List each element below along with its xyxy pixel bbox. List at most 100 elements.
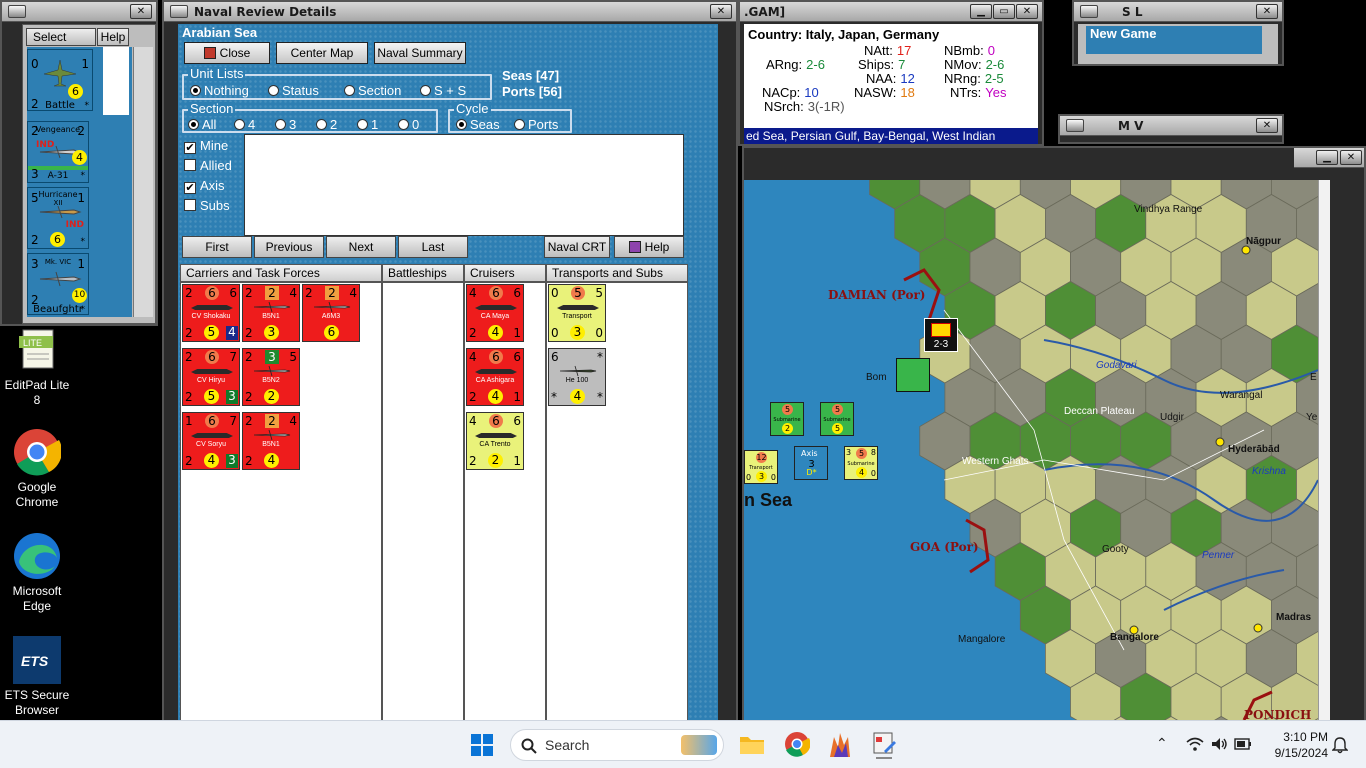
city-marker[interactable] [1253, 623, 1263, 633]
map-window: ▁ ✕ Vindhya Range Nāgpur DAMIAN (Por) Bom Go… [742, 146, 1366, 722]
counter-bl: 0 [746, 473, 752, 482]
naval-counter[interactable]: 2 4 2 B5N1 2 3 [242, 284, 300, 342]
counter-bl: 2 [469, 326, 477, 340]
desktop-icon-ets[interactable]: ETS ETS Secure Browser [0, 636, 74, 718]
select-button[interactable]: Select [26, 28, 96, 46]
counter-br: 0 [870, 469, 876, 478]
close-icon[interactable]: ✕ [130, 4, 152, 19]
axis-task-force-marker[interactable]: Axis 3 D* [794, 446, 828, 480]
naval-counter[interactable]: 4 6 2 CA Maya 6 4 1 [466, 284, 524, 342]
warship-icon [475, 305, 517, 310]
stat-ntrs: NTrs: Yes [950, 85, 1007, 100]
wifi-icon[interactable] [1186, 737, 1204, 751]
land-unit-counter[interactable] [896, 358, 930, 392]
stat-nacp: NACp: 10 [762, 85, 819, 100]
counter-bl: 2 [245, 390, 253, 404]
map-label-warangal: Warangal [1220, 390, 1263, 401]
army-stack-counter[interactable]: 2-3 [924, 318, 958, 352]
counter-movement: 2 [488, 453, 503, 468]
counter-tr: 4 [289, 286, 297, 300]
window-menu-icon[interactable] [1066, 119, 1084, 132]
minimize-icon[interactable]: ▁ [970, 4, 992, 19]
naval-counter[interactable]: 2 4 A6M3 2 6 [302, 284, 360, 342]
city-marker[interactable] [1241, 245, 1251, 255]
counter-name: CA Ashigara [475, 377, 515, 384]
city-marker[interactable] [1215, 437, 1225, 447]
stat-natt: NAtt: 17 [864, 43, 912, 58]
naval-counter[interactable]: 1 7 2 CV Soryu 6 4 3 [182, 412, 240, 470]
counter-movement: 3 [264, 325, 279, 340]
close-icon[interactable]: ✕ [1256, 4, 1278, 19]
minimize-icon[interactable]: ▁ [1316, 150, 1338, 165]
close-icon[interactable]: ✕ [1340, 150, 1362, 165]
game-taskbar-icon[interactable] [826, 729, 854, 759]
naval-counter[interactable]: 4 6 2 CA Trento 6 2 1 [466, 412, 524, 470]
counter-label: Submarine [847, 461, 875, 467]
map-scrollbar[interactable] [1318, 180, 1330, 722]
clock[interactable]: 3:10 PM 9/15/2024 [1262, 729, 1328, 761]
naval-review-window: Naval Review Details ✕ Arabian Sea Close… [162, 0, 738, 722]
paint-taskbar-icon[interactable] [870, 729, 898, 759]
desktop-icon-editpad[interactable]: LITE EditPad Lite 8 [0, 326, 74, 408]
map-label-vindhya: Vindhya Range [1134, 204, 1203, 215]
counter-bl: 2 [245, 326, 253, 340]
volume-icon[interactable] [1210, 736, 1228, 752]
map-label-gooty: Gooty [1102, 544, 1129, 555]
counter-value: * [597, 390, 603, 404]
naval-counter[interactable]: 2 4 2 B5N1 2 4 [242, 412, 300, 470]
desktop-icon-edge[interactable]: Microsoft Edge [0, 532, 74, 614]
naval-counter[interactable]: 4 6 2 CA Ashigara 6 4 1 [466, 348, 524, 406]
window-menu-icon[interactable] [8, 5, 26, 18]
unit-card[interactable]: 0 1 6 2 Battle * [27, 49, 93, 111]
naval-counter[interactable]: 2 7 2 CV Hiryu 6 5 3 [182, 348, 240, 406]
taskbar-search[interactable]: Search [510, 729, 724, 761]
counter-value: 0 [595, 326, 603, 340]
aircraft-icon [559, 365, 597, 377]
start-button[interactable] [470, 733, 494, 757]
tray-chevron-icon[interactable]: ⌃ [1156, 735, 1168, 752]
chrome-icon [785, 732, 811, 757]
unit-select-body: Select Help 0 1 6 2 Battle * 2 Vengeance… [22, 24, 156, 324]
maximize-icon[interactable]: ▭ [993, 4, 1015, 19]
notification-bell-icon[interactable] [1332, 736, 1348, 754]
map-titlebar: ▁ ✕ [1294, 148, 1364, 168]
search-highlight-icon [681, 735, 717, 755]
counter-movement: 4 [264, 453, 279, 468]
map-naval-counter[interactable]: 5 2 Submarine [770, 402, 804, 436]
window-menu-icon[interactable] [1080, 5, 1098, 18]
map-naval-counter[interactable]: 3 5 8 4 0 Submarine [844, 446, 878, 480]
counter-tr: 6 [513, 286, 521, 300]
close-icon[interactable]: ✕ [1016, 4, 1038, 19]
desktop-icon-chrome[interactable]: Google Chrome [0, 428, 74, 510]
counter-tr: 6 [513, 350, 521, 364]
map-label-deccan: Deccan Plateau [1064, 406, 1135, 417]
unit-card[interactable]: 3 Mk. VIC 1 10 2 Beaufghtr * [27, 253, 89, 315]
map-naval-counter[interactable]: 5 5 Submarine [820, 402, 854, 436]
map-label-madras: Madras [1276, 612, 1312, 623]
counter-bl: 2 [469, 454, 477, 468]
naval-counter[interactable]: 0 5 0 Transport 5 3 0 [548, 284, 606, 342]
counter-name: He 100 [565, 377, 589, 384]
counter-label: Transport [749, 465, 773, 471]
file-explorer-taskbar-icon[interactable] [738, 731, 766, 757]
unit-list-scrollbar[interactable] [133, 47, 153, 317]
map-label-udgir: Udgir [1160, 412, 1184, 423]
unit-card[interactable]: 5 Hurricane 1 XII IND 2 6 * [27, 187, 89, 249]
naval-counter[interactable]: 2 5 2 B5N2 3 2 [242, 348, 300, 406]
counter-tl: 4 [469, 350, 477, 364]
counter-name: CV Hiryu [196, 377, 225, 384]
aircraft-icon [313, 301, 351, 313]
help-button[interactable]: Help [97, 28, 129, 46]
map-naval-counter[interactable]: 12 0 3 0 Transport [744, 450, 778, 484]
map-label-ye: Ye [1306, 412, 1318, 423]
folder-icon [740, 737, 764, 754]
counter-tr: 5 [289, 350, 297, 364]
unit-card[interactable]: 2 Vengeance 2 IND 4 3 A-31 * [27, 121, 89, 183]
close-icon[interactable]: ✕ [1256, 118, 1278, 133]
chrome-taskbar-icon[interactable] [784, 731, 811, 757]
naval-counter[interactable]: 2 6 2 CV Shokaku 6 5 4 [182, 284, 240, 342]
map-view[interactable]: Vindhya Range Nāgpur DAMIAN (Por) Bom Godava… [744, 180, 1318, 722]
new-game-item[interactable]: New Game [1086, 26, 1262, 54]
battery-icon[interactable] [1234, 738, 1252, 750]
naval-counter[interactable]: 6 * * He 100 4 * [548, 348, 606, 406]
